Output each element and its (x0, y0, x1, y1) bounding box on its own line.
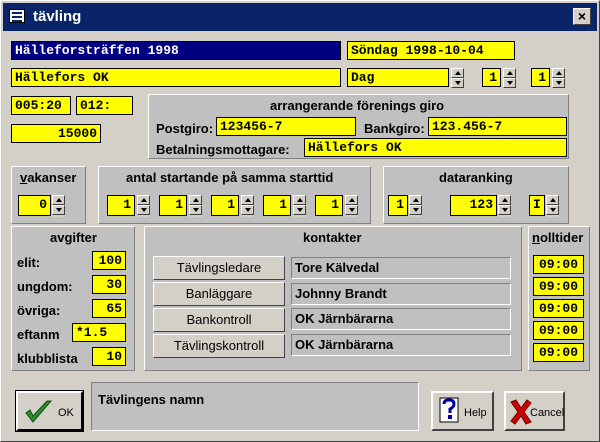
avgifter-panel: avgifter elit: 100 ungdom: 30 övriga: 65… (11, 226, 135, 371)
ok-label: OK (58, 407, 74, 419)
starts-spinner-4[interactable] (293, 195, 306, 217)
eftanm-field[interactable]: *1.5 (72, 323, 126, 342)
dataranking-field-a[interactable]: 1 (388, 195, 408, 216)
nolltid-field-1[interactable]: 09:00 (533, 255, 584, 274)
ungdom-label: ungdom: (17, 279, 73, 294)
starts-spinner-1[interactable] (137, 195, 150, 217)
starts-field-2[interactable]: 1 (159, 195, 187, 216)
bankgiro-label: Bankgiro: (364, 121, 425, 136)
nolltid-field-5[interactable]: 09:00 (533, 343, 584, 362)
dataranking-field-b[interactable]: 123 (450, 195, 497, 216)
event-date-field[interactable]: Söndag 1998-10-04 (347, 41, 515, 60)
giro-title: arrangerande förenings giro (270, 98, 445, 113)
dataranking-spinner-a[interactable] (409, 195, 422, 217)
spin-b-spinner[interactable] (552, 68, 565, 88)
amount-field[interactable]: 15000 (11, 124, 101, 143)
spin-a-spinner[interactable] (503, 68, 516, 88)
postgiro-field[interactable]: 123456-7 (216, 117, 356, 136)
tavling-dialog: tävling × Hälleforsträffen 1998 Söndag 1… (0, 0, 600, 442)
cancel-label: Cancel (530, 407, 565, 419)
kontakt-name-tavlingskontroll: OK Järnbärarna (291, 334, 511, 356)
starts-panel: antal startande på samma starttid 1 1 1 … (98, 166, 371, 224)
spin-a-field[interactable]: 1 (482, 68, 501, 87)
kontakt-role-button-tavlingskontroll[interactable]: Tävlingskontroll (153, 334, 285, 358)
klubblista-label: klubblista (17, 351, 78, 366)
vakanser-spinner[interactable] (52, 195, 65, 217)
window-title: tävling (33, 8, 82, 25)
window-icon (9, 9, 25, 23)
status-message: Tävlingens namn (91, 382, 419, 431)
event-type-field[interactable]: Dag (347, 68, 449, 87)
vakanser-field[interactable]: 0 (18, 195, 51, 216)
spin-b-field[interactable]: 1 (531, 68, 550, 87)
kontakt-name-bankontroll: OK Järnbärarna (291, 308, 511, 330)
ok-button[interactable]: OK (15, 390, 84, 432)
code-field[interactable]: 012: (76, 96, 133, 115)
nolltid-field-3[interactable]: 09:00 (533, 299, 584, 318)
checkmark-icon (25, 400, 53, 423)
starts-field-3[interactable]: 1 (211, 195, 239, 216)
kontakt-role-button-bankontroll[interactable]: Bankontroll (153, 308, 285, 332)
event-name-field[interactable]: Hälleforsträffen 1998 (11, 41, 341, 60)
starts-spinner-3[interactable] (241, 195, 254, 217)
starts-title: antal startande på samma starttid (126, 170, 334, 185)
starts-spinner-5[interactable] (345, 195, 358, 217)
recipient-field[interactable]: Hällefors OK (304, 138, 567, 157)
kontakt-role-button-banlaggare[interactable]: Banläggare (153, 282, 285, 306)
vakanser-panel: vakanser 0 (11, 166, 86, 224)
kontakt-name-tavlingsledare: Tore Kälvedal (291, 257, 511, 279)
kontakter-title: kontakter (303, 230, 362, 245)
help-label: Help (464, 407, 487, 419)
avgifter-title: avgifter (50, 230, 97, 245)
nolltid-field-4[interactable]: 09:00 (533, 321, 584, 340)
starts-spinner-2[interactable] (189, 195, 202, 217)
title-bar: tävling × (3, 3, 597, 31)
nolltid-field-2[interactable]: 09:00 (533, 277, 584, 296)
dataranking-title: dataranking (439, 170, 513, 185)
starts-field-1[interactable]: 1 (107, 195, 135, 216)
giro-panel: arrangerande förenings giro Postgiro: 12… (148, 94, 569, 159)
kontakt-name-banlaggare: Johnny Brandt (291, 283, 511, 305)
elit-field[interactable]: 100 (92, 251, 126, 270)
organizer-field[interactable]: Hällefors OK (11, 68, 341, 87)
help-icon (439, 397, 459, 423)
dataranking-spinner-b[interactable] (498, 195, 511, 217)
eftanm-label: eftanm (17, 327, 60, 342)
bankgiro-field[interactable]: 123.456-7 (428, 117, 567, 136)
starts-field-4[interactable]: 1 (263, 195, 291, 216)
time-field[interactable]: 005:20 (11, 96, 71, 115)
ungdom-field[interactable]: 30 (92, 275, 126, 294)
ovriga-label: övriga: (17, 303, 61, 318)
recipient-label: Betalningsmottagare: (156, 142, 290, 157)
dataranking-panel: dataranking 1 123 I (383, 166, 569, 224)
cancel-button[interactable]: Cancel (504, 391, 565, 431)
kontakt-role-button-tavlingsledare[interactable]: Tävlingsledare (153, 256, 285, 280)
vakanser-title: vakanser (20, 170, 77, 185)
elit-label: elit: (17, 255, 41, 270)
klubblista-field[interactable]: 10 (92, 347, 126, 366)
postgiro-label: Postgiro: (156, 121, 214, 136)
starts-field-5[interactable]: 1 (315, 195, 343, 216)
nolltider-title: nolltider (532, 230, 584, 245)
close-button[interactable]: × (573, 8, 591, 25)
dataranking-spinner-c[interactable] (546, 195, 559, 217)
dataranking-field-c[interactable]: I (529, 195, 545, 216)
help-button[interactable]: Help (431, 391, 494, 431)
ovriga-field[interactable]: 65 (92, 299, 126, 318)
event-type-spinner[interactable] (451, 68, 464, 88)
